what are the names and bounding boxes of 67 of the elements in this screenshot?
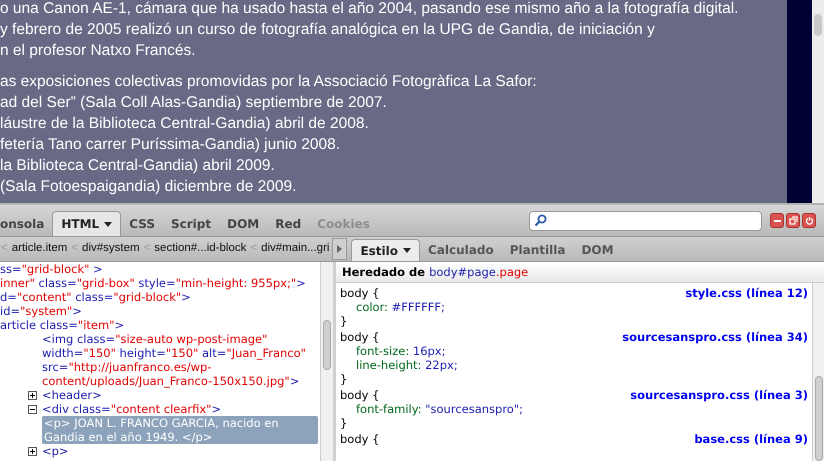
markup-line[interactable]: ss="grid-block" > — [0, 262, 318, 276]
panel-tab[interactable]: DOM — [219, 211, 268, 236]
side-panel-tab[interactable]: Plantilla — [502, 239, 574, 261]
breadcrumb-separator: < — [250, 241, 258, 256]
markup-line[interactable]: id="system"> — [0, 304, 318, 318]
breadcrumb-item[interactable]: article.item — [12, 240, 68, 258]
page-text: láustre de la Biblioteca Central-Gandia) abril de 2008. — [0, 114, 370, 134]
css-selector: body { — [340, 330, 380, 344]
minimize-button[interactable] — [770, 213, 784, 228]
panel-tab[interactable]: Red — [267, 211, 310, 236]
breadcrumb-separator: < — [144, 241, 150, 256]
css-property: line-height: 22px; — [355, 358, 459, 372]
side-panel-tab[interactable]: Calculado — [420, 239, 502, 261]
css-property: color: #FFFFFF; — [355, 300, 446, 314]
style-scrollbar[interactable] — [812, 283, 824, 461]
search-icon — [534, 214, 547, 227]
css-property: font-size: 16px; — [355, 344, 446, 358]
css-selector: body { — [340, 432, 380, 446]
breadcrumb-separator: < — [71, 241, 78, 256]
page-text: (Sala Fotoespaigandia) diciembre de 2009. — [0, 177, 298, 197]
restore-icon — [788, 216, 798, 225]
panel-tab[interactable]: Script — [163, 211, 220, 236]
collapse-icon[interactable] — [28, 405, 37, 414]
page-text: la Biblioteca Central-Gandia) abril 2009. — [0, 156, 276, 176]
css-property: font-family: "sourcesanspro"; — [355, 402, 524, 416]
power-button[interactable] — [802, 213, 816, 228]
panel-tab[interactable]: CSS — [121, 211, 163, 236]
markup-line[interactable]: article class="item"> — [0, 318, 318, 332]
side-panel-tab[interactable]: Estilo — [351, 239, 420, 261]
page-text: o una Canon AE-1, cámara que ha usado hasta el año 2004, pasando ese mismo año a la fotografía digital. — [0, 0, 740, 19]
expand-icon[interactable] — [28, 391, 37, 400]
breadcrumb-item[interactable]: div#system — [82, 240, 140, 258]
breadcrumb-item[interactable]: div#main...gri — [261, 240, 330, 258]
markup-line[interactable]: <header> — [42, 388, 318, 402]
scroll-right-button[interactable] — [332, 238, 348, 260]
css-brace: } — [340, 372, 348, 386]
source-link[interactable]: sourcesanspro.css (línea 3) — [630, 388, 808, 402]
css-brace: } — [340, 314, 348, 328]
panel-tab[interactable]: onsola — [0, 211, 52, 236]
css-brace: } — [340, 416, 348, 430]
css-selector: body { — [340, 388, 380, 402]
power-icon — [804, 216, 814, 225]
page-text: y febrero de 2005 realizó un curso de fotografía analógica en la UPG de Gandia, de iniciación y — [0, 20, 656, 40]
markup-line[interactable]: inner" class="grid-box" style="min-height: 955px;"> — [0, 276, 318, 290]
tree-scrollbar[interactable] — [320, 262, 333, 461]
markup-line[interactable]: <img class="size-auto wp-post-image" width="150" height="150" alt="Juan_Franco" src="http://juanfranco.es/wp-content/uploads/Juan_Franco-150x150.jpg"> — [42, 332, 318, 388]
breadcrumb-item[interactable]: section#...id-block — [154, 240, 246, 258]
page-scrollbar[interactable] — [812, 0, 824, 203]
css-selector: body { — [340, 286, 380, 300]
right-arrow-icon — [337, 245, 342, 253]
source-link[interactable]: base.css (línea 9) — [694, 432, 808, 446]
page-text: ad del Ser” (Sala Coll Alas-Gandia) septiembre de 2007. — [0, 93, 388, 113]
markup-line[interactable]: d="content" class="grid-block"> — [0, 290, 318, 304]
breadcrumb-separator: < — [1, 241, 8, 256]
page-text: n el profesor Natxo Francés. — [0, 41, 197, 61]
source-link[interactable]: style.css (línea 12) — [685, 286, 808, 300]
page-text: fetería Tano carrer Puríssima-Gandia) junio 2008. — [0, 135, 342, 155]
page-text: as exposiciones colectivas promovidas por la Associació Fotogràfica La Safor: — [0, 72, 538, 92]
panel-tab[interactable]: HTML — [52, 211, 122, 236]
source-link[interactable]: sourcesanspro.css (línea 34) — [622, 330, 808, 344]
expand-icon[interactable] — [28, 447, 37, 456]
restore-button[interactable] — [786, 213, 800, 228]
inherited-header: Heredado de body#page.page — [336, 262, 824, 283]
markup-line[interactable]: <p> — [42, 444, 318, 458]
search-field[interactable] — [529, 210, 762, 230]
markup-line[interactable]: <div class="content clearfix"> — [42, 402, 318, 416]
side-panel-tab[interactable]: DOM — [573, 239, 622, 261]
